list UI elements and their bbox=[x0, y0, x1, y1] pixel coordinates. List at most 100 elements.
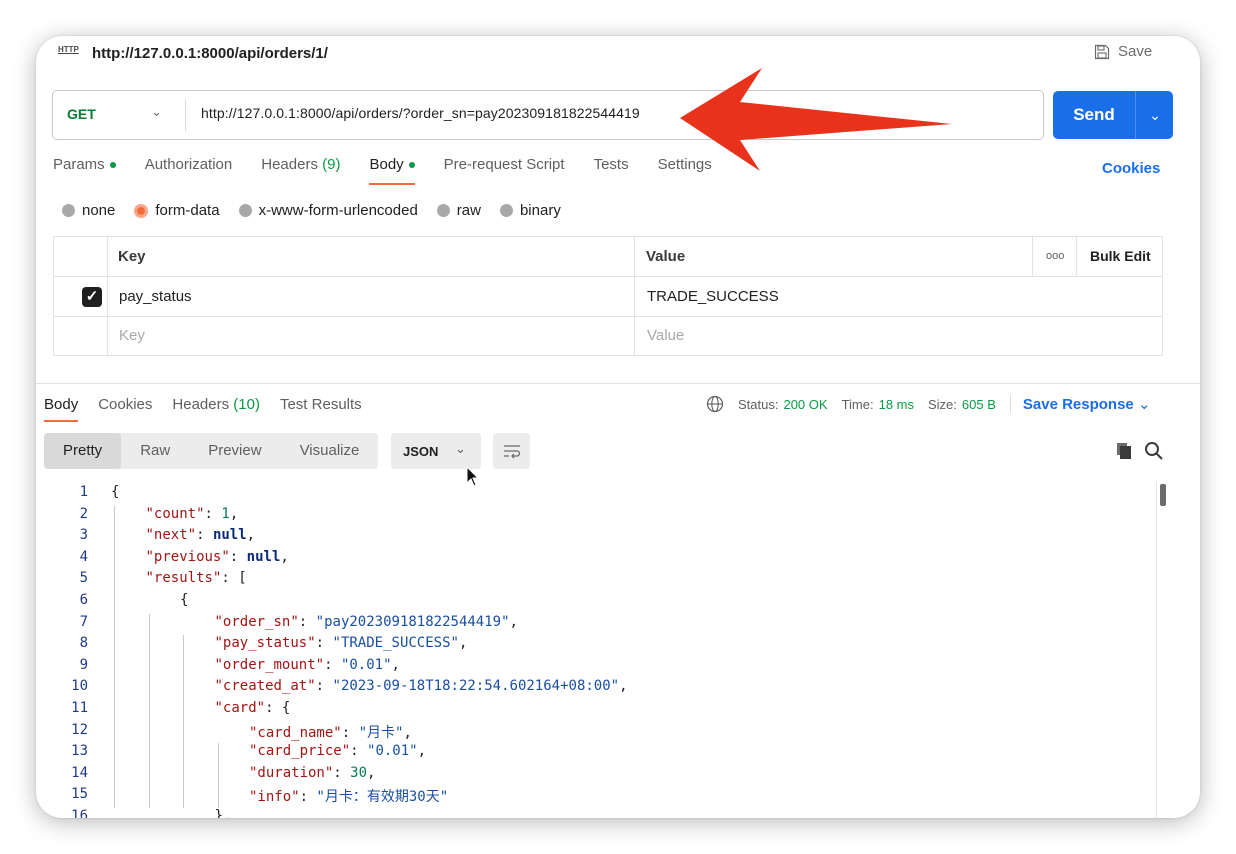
scrollbar-thumb[interactable] bbox=[1160, 484, 1166, 506]
json-punctuation: : bbox=[315, 678, 333, 695]
table-header-row: Key Value ooo Bulk Edit bbox=[54, 237, 1162, 277]
key-placeholder[interactable]: Key bbox=[119, 316, 145, 355]
line-number: 6 bbox=[79, 592, 88, 608]
json-value: "月卡" bbox=[358, 724, 404, 741]
radio-binary[interactable]: binary bbox=[499, 202, 561, 219]
save-button[interactable]: Save bbox=[1094, 43, 1152, 60]
code-line: "previous": null, bbox=[146, 549, 289, 565]
size-value[interactable]: 605 B bbox=[962, 397, 996, 412]
scrollbar-track[interactable] bbox=[1156, 482, 1157, 818]
line-number: 5 bbox=[79, 570, 88, 587]
resp-tab-test-results[interactable]: Test Results bbox=[280, 396, 362, 413]
more-options-icon[interactable]: ooo bbox=[1046, 237, 1064, 276]
chevron-down-icon[interactable]: ⌄ bbox=[151, 104, 162, 120]
section-divider bbox=[36, 383, 1200, 384]
radio-label: raw bbox=[456, 202, 481, 219]
code-line: }, bbox=[215, 808, 232, 818]
json-punctuation: : { bbox=[265, 700, 291, 716]
search-icon[interactable] bbox=[1144, 441, 1164, 461]
radio-circle-selected bbox=[134, 203, 149, 218]
tab-pre-request-script[interactable]: Pre-request Script bbox=[444, 156, 565, 173]
view-tab-preview[interactable]: Preview bbox=[189, 433, 280, 469]
radio-raw[interactable]: raw bbox=[436, 202, 481, 219]
json-punctuation: , bbox=[246, 527, 256, 544]
radio-x-www-form-urlencoded[interactable]: x-www-form-urlencoded bbox=[238, 202, 418, 219]
tab-tests[interactable]: Tests bbox=[594, 156, 629, 173]
row-checkbox[interactable]: ✓ bbox=[82, 287, 102, 307]
radio-none[interactable]: none bbox=[62, 202, 115, 219]
resp-tab-headers[interactable]: Headers (10) bbox=[172, 396, 260, 413]
column-divider bbox=[634, 237, 635, 355]
time-value[interactable]: 18 ms bbox=[879, 397, 914, 412]
status-value[interactable]: 200 OK bbox=[783, 397, 827, 412]
code-line: "count": 1, bbox=[146, 506, 239, 522]
bulk-edit-button[interactable]: Bulk Edit bbox=[1090, 237, 1151, 276]
radio-circle bbox=[238, 204, 252, 217]
tab-label: Headers bbox=[261, 156, 318, 173]
send-options-chevron-icon[interactable]: ⌄ bbox=[1137, 91, 1173, 139]
radio-circle bbox=[62, 204, 75, 217]
table-row: ✓ pay_status TRADE_SUCCESS bbox=[54, 277, 1162, 317]
json-key: "duration" bbox=[249, 764, 334, 781]
send-divider bbox=[1135, 91, 1136, 139]
column-header-value: Value bbox=[646, 248, 686, 265]
wrap-lines-button[interactable] bbox=[493, 433, 530, 469]
radio-form-data[interactable]: form-data bbox=[134, 202, 220, 219]
save-response-button[interactable]: Save Response ⌄ bbox=[1009, 395, 1151, 413]
json-punctuation: : bbox=[350, 743, 368, 760]
resp-tab-cookies[interactable]: Cookies bbox=[98, 396, 152, 413]
json-punctuation: { bbox=[111, 484, 120, 500]
url-input[interactable]: http://127.0.0.1:8000/api/orders/?order_… bbox=[201, 105, 640, 121]
response-body-code[interactable]: 1 {2 "count": 1, 3 "next": null, 4 "previous":… bbox=[36, 482, 1200, 818]
body-dot-indicator bbox=[408, 162, 415, 169]
http-request-icon: HTTP bbox=[58, 45, 79, 54]
resp-tab-body[interactable]: Body bbox=[44, 396, 79, 422]
json-punctuation: , bbox=[458, 635, 468, 652]
url-divider bbox=[185, 99, 186, 131]
tab-body[interactable]: Body bbox=[369, 156, 415, 185]
column-header-key: Key bbox=[118, 248, 146, 265]
json-punctuation: : bbox=[298, 613, 316, 630]
json-key: "pay_status" bbox=[214, 635, 316, 652]
cookies-link[interactable]: Cookies bbox=[1102, 160, 1160, 177]
format-select[interactable]: JSON ⌄ bbox=[391, 433, 481, 469]
code-line: "order_sn": "pay202309181822544419", bbox=[215, 614, 518, 630]
json-punctuation: : bbox=[299, 789, 317, 806]
response-view-tabs: Pretty Raw Preview Visualize bbox=[44, 433, 379, 469]
column-divider bbox=[1032, 237, 1033, 276]
json-punctuation: , bbox=[280, 548, 289, 565]
json-value: null bbox=[246, 548, 281, 565]
tab-headers[interactable]: Headers (9) bbox=[261, 156, 340, 173]
form-data-table: Key Value ooo Bulk Edit ✓ pay_status TRA… bbox=[53, 236, 1163, 356]
save-icon bbox=[1094, 44, 1110, 59]
view-tab-pretty[interactable]: Pretty bbox=[44, 433, 122, 469]
globe-icon[interactable] bbox=[706, 395, 724, 413]
tab-label: Tests bbox=[593, 156, 629, 173]
radio-label: none bbox=[82, 202, 116, 219]
tab-authorization[interactable]: Authorization bbox=[145, 156, 233, 173]
json-key: "next" bbox=[145, 527, 197, 544]
view-tab-visualize[interactable]: Visualize bbox=[281, 433, 379, 469]
row-key[interactable]: pay_status bbox=[119, 277, 192, 316]
request-title[interactable]: http://127.0.0.1:8000/api/orders/1/ bbox=[92, 45, 328, 62]
json-punctuation: : bbox=[196, 527, 213, 544]
row-value[interactable]: TRADE_SUCCESS bbox=[647, 277, 779, 316]
method-select[interactable]: GET bbox=[67, 106, 96, 122]
json-punctuation: { bbox=[180, 592, 189, 608]
copy-icon[interactable] bbox=[1116, 442, 1132, 460]
code-line: "order_mount": "0.01", bbox=[215, 657, 400, 673]
json-key: "created_at" bbox=[214, 678, 316, 695]
tab-label: Authorization bbox=[144, 156, 233, 173]
tab-label: Body bbox=[369, 156, 404, 173]
line-number: 13 bbox=[71, 743, 88, 760]
line-number: 11 bbox=[71, 700, 88, 716]
value-placeholder[interactable]: Value bbox=[647, 316, 684, 355]
send-button[interactable]: Send bbox=[1053, 91, 1135, 139]
json-punctuation: : bbox=[204, 505, 222, 522]
column-divider bbox=[107, 237, 108, 355]
line-number: 9 bbox=[79, 656, 88, 673]
code-line: "card": { bbox=[215, 700, 291, 716]
indent-guide bbox=[148, 613, 150, 808]
view-tab-raw[interactable]: Raw bbox=[121, 433, 189, 469]
tab-params[interactable]: Params bbox=[53, 156, 116, 173]
